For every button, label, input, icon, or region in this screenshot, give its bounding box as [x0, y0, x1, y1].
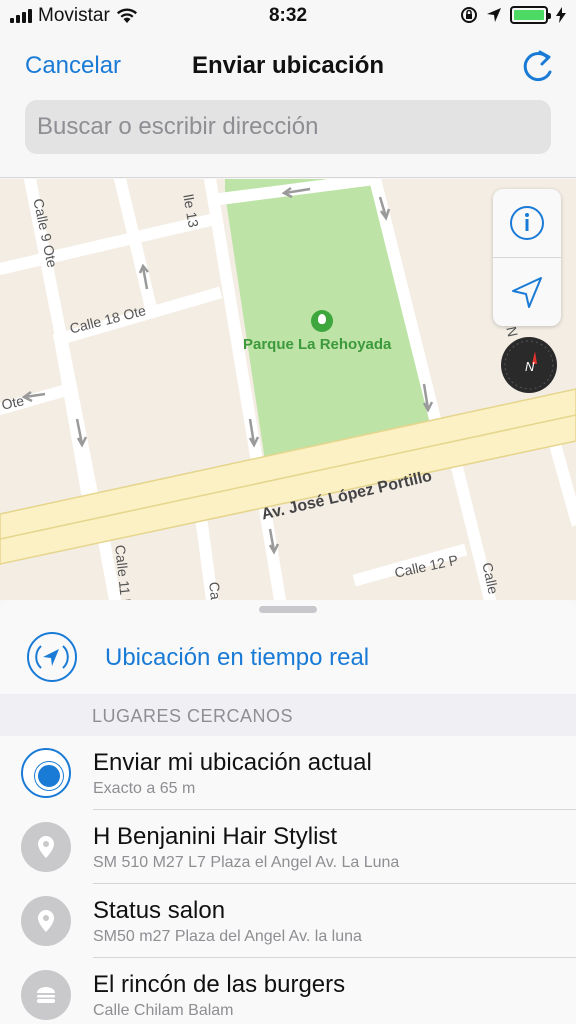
sheet-grabber[interactable] [259, 606, 317, 613]
map-view[interactable]: lle 13 Calle 9 Ote Calle 18 Ote Ote Av. … [0, 179, 576, 600]
cancel-button[interactable]: Cancelar [25, 52, 121, 80]
section-header: LUGARES CERCANOS [0, 694, 576, 736]
map-info-button[interactable] [493, 189, 561, 257]
list-item[interactable]: Status salon SM50 m27 Plaza del Angel Av… [0, 884, 576, 958]
park-tree-icon [311, 310, 333, 332]
place-subtitle: Calle Chilam Balam [93, 1002, 234, 1019]
list-item-current-location[interactable]: Enviar mi ubicación actual Exacto a 65 m [0, 736, 576, 810]
battery-icon [510, 6, 551, 24]
map-controls [493, 189, 561, 326]
place-subtitle: Exacto a 65 m [93, 780, 196, 797]
live-location-label: Ubicación en tiempo real [105, 644, 370, 671]
compass-button[interactable]: N [501, 337, 557, 393]
search-input[interactable] [25, 100, 551, 154]
live-location-row[interactable]: Ubicación en tiempo real [0, 622, 576, 694]
list-item[interactable]: El rincón de las burgers Calle Chilam Ba… [0, 958, 576, 1024]
refresh-icon [523, 50, 552, 82]
place-subtitle: SM50 m27 Plaza del Angel Av. la luna [93, 928, 362, 945]
pin-icon [21, 896, 71, 946]
pin-icon [21, 822, 71, 872]
charging-icon [556, 7, 566, 23]
search-bar-container [0, 100, 576, 178]
refresh-button[interactable] [518, 46, 558, 86]
place-subtitle: SM 510 M27 L7 Plaza el Angel Av. La Luna [93, 854, 400, 871]
current-location-icon [21, 748, 71, 798]
place-title: H Benjanini Hair Stylist [93, 823, 338, 850]
burger-icon [21, 970, 71, 1020]
street-label: Ca [206, 581, 224, 600]
place-title: Enviar mi ubicación actual [93, 749, 372, 776]
locate-me-button[interactable] [493, 258, 561, 326]
svg-text:N: N [525, 359, 535, 374]
status-icons [460, 6, 566, 24]
place-title: Status salon [93, 897, 226, 924]
list-item[interactable]: H Benjanini Hair Stylist SM 510 M27 L7 P… [0, 810, 576, 884]
info-icon [510, 206, 544, 240]
nearby-places-list: Enviar mi ubicación actual Exacto a 65 m… [0, 736, 576, 1024]
compass-icon: N [504, 340, 554, 390]
section-header-label: LUGARES CERCANOS [92, 706, 294, 726]
place-title: El rincón de las burgers [93, 971, 346, 998]
location-services-icon [487, 8, 501, 22]
navigation-bar: Cancelar Enviar ubicación [0, 32, 576, 100]
status-bar: Movistar 8:32 [0, 0, 576, 32]
location-arrow-icon [512, 277, 542, 308]
live-location-icon [27, 632, 77, 682]
bottom-sheet: Ubicación en tiempo real LUGARES CERCANO… [0, 600, 576, 1024]
map-streets [0, 179, 576, 600]
rotation-lock-icon [461, 7, 477, 23]
park-label: Parque La Rehoyada [243, 336, 392, 353]
